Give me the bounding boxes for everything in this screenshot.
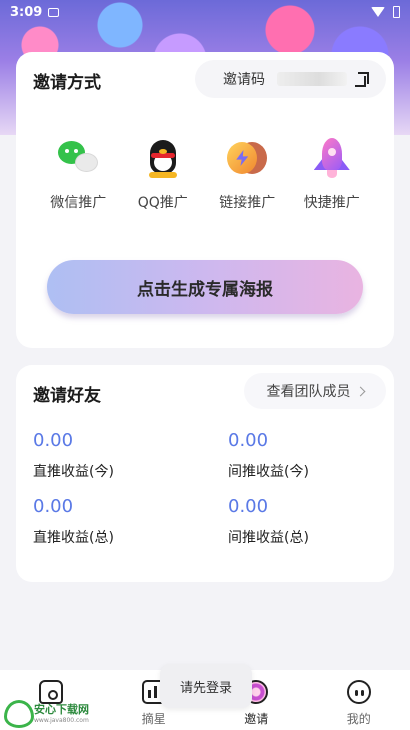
share-link[interactable]: 链接推广 [207,136,287,212]
qq-icon [141,136,185,180]
tab-mine[interactable]: 我的 [308,670,410,730]
copy-icon[interactable] [355,72,369,87]
share-label: 链接推广 [219,195,276,211]
chevron-right-icon [355,386,365,396]
tab-label: 摘星 [141,712,166,726]
invite-code-pill[interactable]: 邀请码 [195,60,386,98]
profile-icon [346,680,371,704]
invite-friends-card: 邀请好友 查看团队成员 0.00 直推收益(今) 0.00 间推收益(今) 0.… [16,365,394,582]
status-bar: 3:09 [0,0,410,24]
login-toast: 请先登录 [160,664,252,708]
wifi-icon [371,7,385,17]
stat-indirect-today: 0.00 间推收益(今) [228,430,309,481]
battery-icon [393,6,400,18]
stat-value: 0.00 [33,496,74,517]
stat-direct-today: 0.00 直推收益(今) [33,430,114,481]
stat-direct-total: 0.00 直推收益(总) [33,496,114,547]
stat-value: 0.00 [33,430,74,451]
view-team-button[interactable]: 查看团队成员 [244,373,386,409]
tab-label: 邀请 [244,712,269,726]
link-icon [225,136,269,180]
stat-label: 直推收益(总) [33,530,114,546]
invite-methods-title: 邀请方式 [33,73,101,93]
stat-indirect-total: 0.00 间推收益(总) [228,496,309,547]
invite-methods-card: 邀请方式 邀请码 微信推广 QQ推广 链接推广 快捷推广 点击生成专属海报 [16,52,394,348]
stat-label: 直推收益(今) [33,464,114,480]
share-quick[interactable]: 快捷推广 [292,136,372,212]
heart-logo-icon [2,698,34,728]
share-options: 微信推广 QQ推广 链接推广 快捷推广 [16,136,394,212]
invite-friends-title: 邀请好友 [33,386,101,406]
wechat-icon [56,136,100,180]
invite-code-value [277,72,347,86]
share-wechat[interactable]: 微信推广 [38,136,118,212]
share-label: 微信推广 [50,195,107,211]
watermark-logo: 安心下载网 www.java800.com [2,697,112,728]
status-time: 3:09 [10,4,43,20]
share-label: 快捷推广 [303,195,360,211]
rocket-icon [310,136,354,180]
view-team-label: 查看团队成员 [266,384,351,400]
stat-value: 0.00 [228,430,269,451]
watermark-name: 安心下载网 [34,702,89,716]
stat-label: 间推收益(总) [228,530,309,546]
generate-poster-button[interactable]: 点击生成专属海报 [47,260,363,314]
watermark-url: www.java800.com [34,716,89,724]
stat-label: 间推收益(今) [228,464,309,480]
notification-icon [48,7,60,17]
invite-code-label: 邀请码 [223,72,265,88]
stat-value: 0.00 [228,496,269,517]
share-label: QQ推广 [137,195,188,211]
share-qq[interactable]: QQ推广 [123,136,203,212]
tab-label: 我的 [346,712,371,726]
